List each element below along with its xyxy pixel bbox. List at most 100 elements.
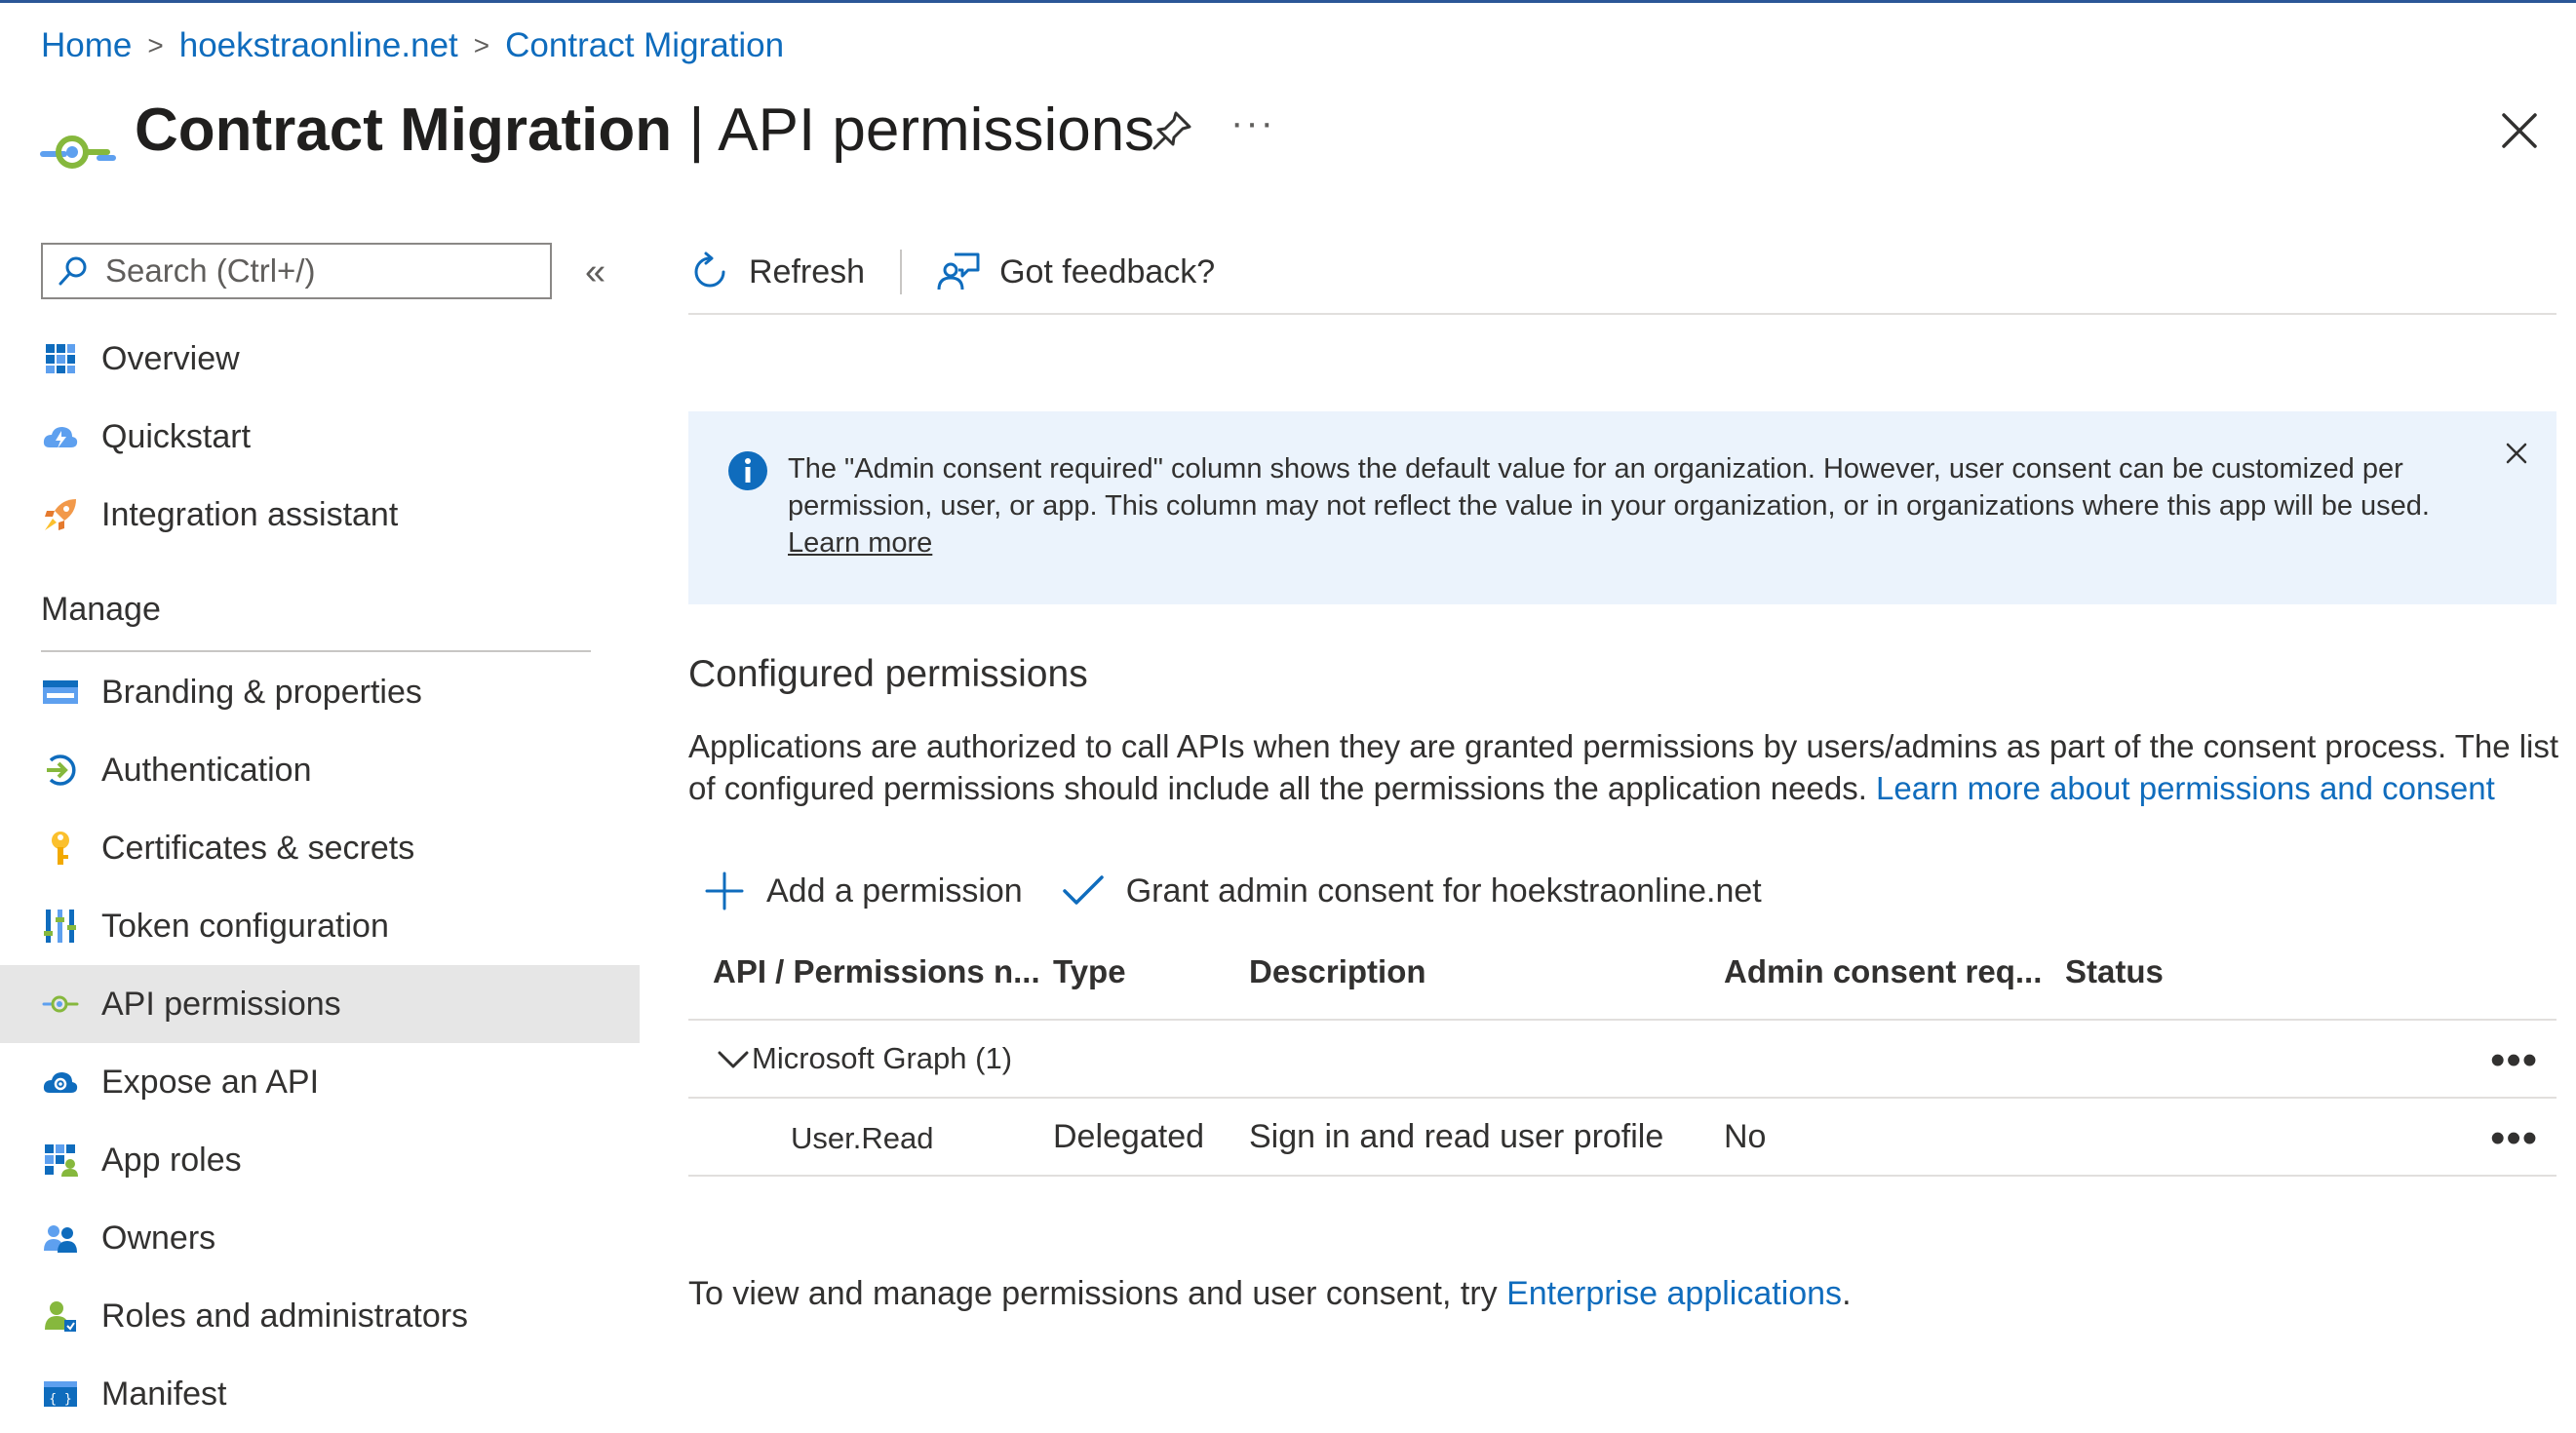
- refresh-icon: [694, 252, 725, 288]
- breadcrumb-home[interactable]: Home: [41, 26, 132, 65]
- sidebar-item-label: Expose an API: [101, 1063, 320, 1101]
- owners-people-icon: [41, 1219, 80, 1258]
- sidebar-item-expose-api[interactable]: Expose an API: [0, 1043, 640, 1121]
- breadcrumb: Home > hoekstraonline.net > Contract Mig…: [41, 21, 784, 70]
- rocket-icon: [41, 495, 80, 534]
- authentication-icon: [41, 751, 80, 790]
- chevron-right-icon: >: [473, 30, 490, 60]
- permission-type: Delegated: [1053, 1118, 1205, 1155]
- column-header-admin-consent[interactable]: Admin consent req...: [1724, 953, 2042, 990]
- sidebar-item-label: Manifest: [101, 1375, 227, 1413]
- add-permission-label: Add a permission: [766, 871, 1023, 910]
- top-accent-line: [0, 0, 2576, 3]
- roles-admin-icon: [41, 1297, 80, 1336]
- sidebar-item-label: Integration assistant: [101, 495, 399, 533]
- enterprise-applications-link[interactable]: Enterprise applications: [1506, 1275, 1842, 1312]
- row-more-options-icon[interactable]: •••: [2490, 1117, 2538, 1160]
- sidebar-item-quickstart[interactable]: Quickstart: [0, 398, 640, 476]
- toolbar-divider-line: [688, 313, 2556, 315]
- toolbar-divider: [900, 250, 903, 294]
- page-title: Contract Migration | API permissions: [135, 92, 1154, 170]
- sidebar-item-manifest[interactable]: { } Manifest: [0, 1355, 640, 1433]
- column-header-status[interactable]: Status: [2065, 953, 2164, 990]
- breadcrumb-tenant[interactable]: hoekstraonline.net: [179, 26, 458, 65]
- page-title-app: Contract Migration: [135, 97, 673, 164]
- table-row-divider: [688, 1175, 2556, 1177]
- sidebar-item-authentication[interactable]: Authentication: [0, 731, 640, 809]
- add-permission-button[interactable]: Add a permission: [704, 871, 1023, 911]
- footer-period: .: [1842, 1275, 1852, 1312]
- permission-actions: Add a permission Grant admin consent for…: [704, 862, 1801, 920]
- sidebar-item-integration-assistant[interactable]: Integration assistant: [0, 476, 640, 554]
- info-banner: The "Admin consent required" column show…: [688, 411, 2556, 604]
- app-roles-grid-icon: [41, 1141, 80, 1180]
- overview-grid-icon: [41, 339, 80, 378]
- page-title-section: API permissions: [718, 97, 1155, 164]
- search-icon: [59, 256, 87, 286]
- plus-icon: [705, 871, 744, 910]
- permission-description: Sign in and read user profile: [1249, 1118, 1664, 1155]
- group-more-options-icon[interactable]: •••: [2490, 1039, 2538, 1082]
- app-registration-icon: [40, 136, 116, 169]
- group-microsoft-graph[interactable]: Microsoft Graph (1): [752, 1041, 1012, 1076]
- sidebar-item-label: Certificates & secrets: [101, 829, 415, 867]
- chevron-down-icon[interactable]: [716, 1045, 751, 1074]
- table-header-divider: [688, 1019, 2556, 1021]
- sidebar-item-app-roles[interactable]: App roles: [0, 1121, 640, 1199]
- column-header-api-permission[interactable]: API / Permissions n...: [713, 953, 1040, 990]
- page-title-separator: |: [672, 97, 719, 164]
- configured-permissions-description: Applications are authorized to call APIs…: [688, 725, 2560, 809]
- info-banner-message: The "Admin consent required" column show…: [788, 453, 2430, 522]
- sidebar-item-label: Branding & properties: [101, 673, 422, 711]
- svg-text:{ }: { }: [49, 1392, 71, 1407]
- sidebar-item-branding[interactable]: Branding & properties: [0, 653, 640, 731]
- manifest-icon: { }: [41, 1375, 80, 1414]
- sidebar-item-label: Overview: [101, 339, 240, 377]
- permission-name-link[interactable]: User.Read: [791, 1121, 933, 1156]
- sidebar-item-label: Token configuration: [101, 907, 389, 945]
- grant-admin-consent-button[interactable]: Grant admin consent for hoekstraonline.n…: [1062, 872, 1762, 910]
- quickstart-cloud-icon: [41, 417, 80, 456]
- pin-icon[interactable]: [1151, 107, 1195, 152]
- checkmark-icon: [1062, 875, 1104, 905]
- command-bar: Refresh Got feedback?: [688, 238, 1215, 306]
- sidebar-item-api-permissions[interactable]: API permissions: [0, 965, 640, 1043]
- breadcrumb-current[interactable]: Contract Migration: [505, 26, 784, 65]
- permission-admin-consent: No: [1724, 1118, 1767, 1155]
- sidebar-item-label: API permissions: [101, 985, 341, 1023]
- sidebar-search[interactable]: [41, 243, 552, 299]
- refresh-button[interactable]: Refresh: [688, 251, 865, 293]
- section-divider: [41, 650, 591, 652]
- sidebar-item-overview[interactable]: Overview: [0, 320, 640, 398]
- sidebar-item-label: App roles: [101, 1141, 242, 1179]
- collapse-sidebar-icon[interactable]: «: [585, 252, 605, 293]
- footer-text: To view and manage permissions and user …: [688, 1275, 1507, 1312]
- info-banner-text: The "Admin consent required" column show…: [788, 450, 2465, 562]
- dismiss-banner-icon[interactable]: [2502, 439, 2531, 468]
- configured-permissions-heading: Configured permissions: [688, 653, 1088, 695]
- refresh-label: Refresh: [749, 252, 866, 290]
- learn-more-link[interactable]: Learn more: [788, 527, 932, 559]
- sidebar-item-owners[interactable]: Owners: [0, 1199, 640, 1277]
- section-manage-heading: Manage: [41, 591, 161, 628]
- learn-more-permissions-link[interactable]: Learn more about permissions and consent: [1876, 770, 2495, 806]
- expose-cloud-icon: [41, 1063, 80, 1102]
- sidebar-item-label: Owners: [101, 1219, 216, 1257]
- token-bars-icon: [41, 907, 80, 946]
- sidebar-item-certificates[interactable]: Certificates & secrets: [0, 809, 640, 887]
- feedback-button[interactable]: Got feedback?: [937, 251, 1215, 293]
- table-row-divider: [688, 1097, 2556, 1099]
- grant-consent-label: Grant admin consent for hoekstraonline.n…: [1125, 871, 1762, 910]
- sidebar-item-roles-administrators[interactable]: Roles and administrators: [0, 1277, 640, 1355]
- chevron-right-icon: >: [147, 30, 164, 60]
- feedback-icon: [937, 252, 980, 290]
- more-options-icon[interactable]: ···: [1230, 101, 1275, 145]
- column-header-type[interactable]: Type: [1053, 953, 1126, 990]
- search-input[interactable]: [103, 252, 536, 290]
- sidebar-item-token-configuration[interactable]: Token configuration: [0, 887, 640, 965]
- close-icon[interactable]: [2494, 105, 2545, 156]
- footer-note: To view and manage permissions and user …: [688, 1275, 1852, 1313]
- column-header-description[interactable]: Description: [1249, 953, 1426, 990]
- sidebar-item-label: Roles and administrators: [101, 1297, 469, 1335]
- sidebar-item-label: Quickstart: [101, 417, 252, 455]
